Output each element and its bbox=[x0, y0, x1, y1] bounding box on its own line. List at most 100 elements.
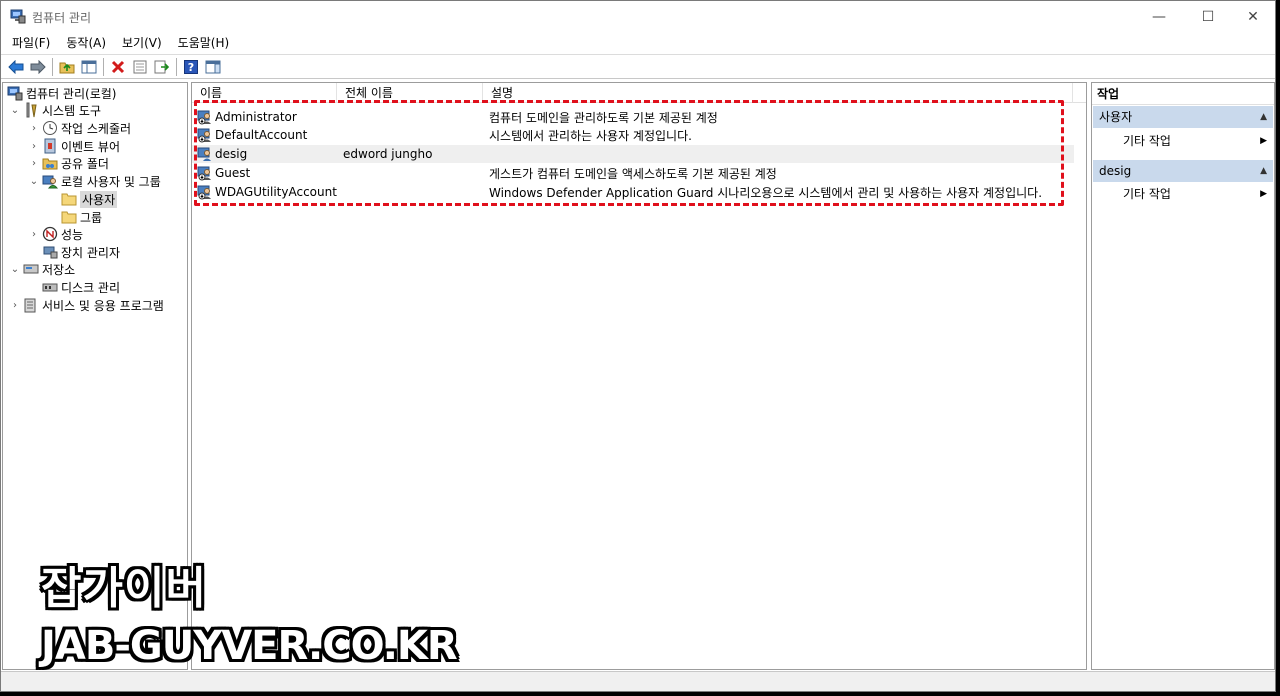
tree-item-label: 그룹 bbox=[80, 210, 103, 225]
tree-item-label: 로컬 사용자 및 그룹 bbox=[61, 174, 161, 189]
delete-button[interactable] bbox=[107, 57, 129, 77]
tree-item-label: 사용자 bbox=[80, 190, 118, 208]
help-button[interactable]: ? bbox=[180, 57, 202, 77]
toolbar-separator bbox=[52, 57, 53, 76]
up-folder-icon bbox=[59, 62, 75, 73]
tree-item-storage[interactable]: ⌄ 저장소 bbox=[9, 260, 75, 278]
user-name: WDAGUtilityAccount bbox=[215, 185, 337, 199]
folder-icon bbox=[61, 191, 77, 207]
event-viewer-icon bbox=[42, 138, 58, 154]
user-description: 게스트가 컴퓨터 도메인을 액세스하도록 기본 제공된 계정 bbox=[489, 166, 777, 181]
folder-icon bbox=[61, 209, 77, 225]
tree-item-local-users-and-groups[interactable]: ⌄ 로컬 사용자 및 그룹 bbox=[28, 172, 161, 190]
column-header-description[interactable]: 설명 bbox=[483, 83, 1073, 103]
forward-button[interactable] bbox=[27, 57, 49, 77]
user-full-name: edword jungho bbox=[343, 147, 433, 161]
tree-item-computer-management[interactable]: 컴퓨터 관리(로컬) bbox=[5, 84, 116, 102]
tree-item-groups[interactable]: 그룹 bbox=[59, 208, 102, 226]
user-disabled-icon bbox=[197, 185, 211, 200]
tree-item-performance[interactable]: › 성능 bbox=[28, 225, 83, 243]
properties-button[interactable] bbox=[129, 57, 151, 77]
action-label: 기타 작업 bbox=[1123, 187, 1171, 201]
user-icon bbox=[197, 147, 211, 161]
tree-item-label: 저장소 bbox=[42, 262, 76, 277]
storage-icon bbox=[23, 261, 39, 277]
collapse-up-icon[interactable]: ▲ bbox=[1260, 106, 1267, 128]
action-more-actions[interactable]: 기타 작업 ▶ bbox=[1093, 130, 1273, 152]
tree-item-users[interactable]: 사용자 bbox=[59, 190, 118, 208]
export-list-icon bbox=[154, 60, 170, 73]
actions-section-desig[interactable]: desig ▲ bbox=[1093, 160, 1273, 182]
list-header: 이름 전체 이름 설명 bbox=[192, 83, 1086, 103]
toolbar: ? bbox=[1, 54, 1275, 79]
user-name: DefaultAccount bbox=[215, 128, 308, 142]
submenu-arrow-icon: ▶ bbox=[1260, 189, 1267, 199]
tree-item-label: 시스템 도구 bbox=[42, 103, 102, 118]
table-row[interactable]: desig edword jungho bbox=[192, 145, 1074, 163]
performance-icon bbox=[42, 226, 58, 242]
collapse-up-icon[interactable]: ▲ bbox=[1260, 160, 1267, 182]
delete-icon bbox=[111, 60, 125, 73]
chevron-right-icon[interactable]: › bbox=[28, 229, 40, 240]
tree-item-label: 이벤트 뷰어 bbox=[61, 139, 121, 154]
toolbar-separator bbox=[103, 57, 104, 76]
maximize-button[interactable]: ☐ bbox=[1185, 1, 1231, 32]
system-tools-icon bbox=[23, 102, 39, 118]
user-description: Windows Defender Application Guard 시나리오용… bbox=[489, 185, 1043, 200]
show-hide-action-pane-button[interactable] bbox=[202, 57, 224, 77]
tree-item-device-manager[interactable]: 장치 관리자 bbox=[40, 243, 120, 261]
column-header-full-name[interactable]: 전체 이름 bbox=[337, 83, 483, 103]
table-row[interactable]: Administrator 컴퓨터 도메인을 관리하도록 기본 제공된 계정 bbox=[192, 108, 1074, 126]
chevron-down-icon[interactable]: ⌄ bbox=[9, 105, 21, 116]
back-button[interactable] bbox=[5, 57, 27, 77]
show-hide-console-tree-button[interactable] bbox=[78, 57, 100, 77]
up-one-level-button[interactable] bbox=[56, 57, 78, 77]
actions-section-users[interactable]: 사용자 ▲ bbox=[1093, 106, 1273, 128]
watermark-korean: 잡가이버 bbox=[41, 563, 207, 614]
show-hide-tree-icon bbox=[81, 60, 97, 73]
export-list-button[interactable] bbox=[151, 57, 173, 77]
maximize-icon: ☐ bbox=[1201, 8, 1215, 25]
column-header-name[interactable]: 이름 bbox=[192, 83, 337, 103]
close-button[interactable]: ✕ bbox=[1230, 1, 1275, 32]
chevron-right-icon[interactable]: › bbox=[9, 300, 21, 311]
chevron-right-icon[interactable]: › bbox=[28, 123, 40, 134]
menu-view[interactable]: 보기(V) bbox=[114, 33, 170, 53]
device-manager-icon bbox=[42, 244, 58, 260]
chevron-down-icon[interactable]: ⌄ bbox=[9, 264, 21, 275]
actions-pane: 작업 사용자 ▲ 기타 작업 ▶ desig ▲ 기타 작업 ▶ bbox=[1091, 82, 1275, 670]
section-title: desig bbox=[1099, 164, 1132, 178]
minimize-button[interactable]: — bbox=[1136, 1, 1182, 32]
tree-item-shared-folders[interactable]: › 공유 폴더 bbox=[28, 154, 109, 172]
table-row[interactable]: WDAGUtilityAccount Windows Defender Appl… bbox=[192, 183, 1074, 201]
chevron-right-icon[interactable]: › bbox=[28, 141, 40, 152]
computer-management-icon bbox=[10, 8, 26, 24]
tree-item-system-tools[interactable]: ⌄ 시스템 도구 bbox=[9, 101, 101, 119]
chevron-right-icon[interactable]: › bbox=[28, 158, 40, 169]
user-description: 컴퓨터 도메인을 관리하도록 기본 제공된 계정 bbox=[489, 110, 718, 125]
tree-item-task-scheduler[interactable]: › 작업 스케줄러 bbox=[28, 119, 131, 137]
tree-item-label: 컴퓨터 관리(로컬) bbox=[26, 86, 117, 101]
tree-item-services-and-applications[interactable]: › 서비스 및 응용 프로그램 bbox=[9, 296, 164, 314]
title-bar: 컴퓨터 관리 — ☐ ✕ bbox=[1, 1, 1275, 32]
forward-arrow-icon bbox=[30, 59, 46, 74]
menu-action[interactable]: 동작(A) bbox=[58, 33, 114, 53]
submenu-arrow-icon: ▶ bbox=[1260, 136, 1267, 146]
menu-help[interactable]: 도움말(H) bbox=[170, 33, 238, 53]
user-disabled-icon bbox=[197, 128, 211, 143]
services-icon bbox=[23, 297, 39, 313]
chevron-down-icon[interactable]: ⌄ bbox=[28, 176, 40, 187]
user-name: desig bbox=[215, 147, 248, 161]
table-row[interactable]: DefaultAccount 시스템에서 관리하는 사용자 계정입니다. bbox=[192, 126, 1074, 144]
svg-text:?: ? bbox=[188, 61, 194, 74]
action-more-actions[interactable]: 기타 작업 ▶ bbox=[1093, 183, 1273, 205]
close-icon: ✕ bbox=[1247, 8, 1259, 25]
watermark-url: JAB-GUYVER.CO.KR bbox=[41, 623, 458, 669]
properties-icon bbox=[133, 60, 147, 73]
menu-file[interactable]: 파일(F) bbox=[4, 33, 58, 53]
tree-item-disk-management[interactable]: 디스크 관리 bbox=[40, 278, 120, 296]
tree-item-event-viewer[interactable]: › 이벤트 뷰어 bbox=[28, 137, 120, 155]
user-disabled-icon bbox=[197, 166, 211, 181]
minimize-icon: — bbox=[1152, 8, 1166, 25]
table-row[interactable]: Guest 게스트가 컴퓨터 도메인을 액세스하도록 기본 제공된 계정 bbox=[192, 164, 1074, 182]
